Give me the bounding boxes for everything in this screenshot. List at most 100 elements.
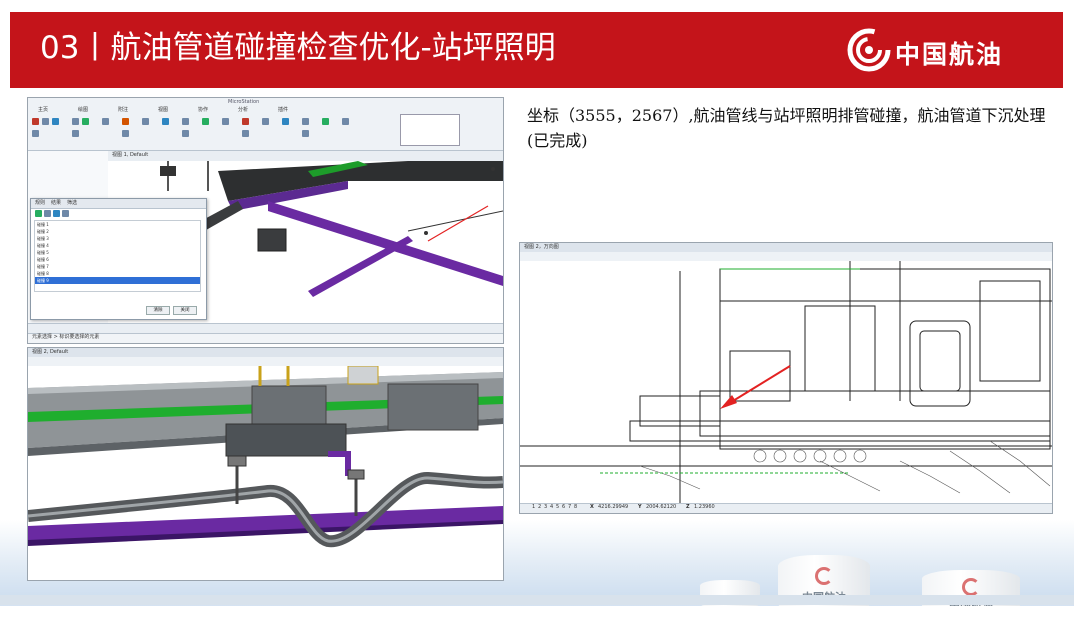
table-row[interactable]: 碰撞 7 (37, 263, 197, 270)
tank-logo-icon (815, 567, 833, 585)
logo-text: 中国航油 (895, 40, 1004, 69)
view-number-button[interactable]: 1 (532, 504, 535, 511)
ground-strip (0, 595, 1074, 605)
tool-icon[interactable] (242, 118, 249, 125)
table-row[interactable]: 碰撞 5 (37, 249, 197, 256)
logo-mark-icon (847, 28, 891, 72)
view-title: 视图 2，万向图 (524, 244, 559, 250)
refresh-icon[interactable] (44, 210, 51, 217)
ribbon-icons (32, 116, 392, 144)
slide-title: 03丨航油管道碰撞检查优化-站坪照明 (40, 30, 556, 66)
tool-icon[interactable] (262, 118, 269, 125)
viewport-3d[interactable] (28, 366, 503, 580)
view-number-button[interactable]: 7 (568, 504, 571, 511)
ribbon-tab[interactable]: 视图 (158, 107, 168, 114)
ribbon-tab[interactable]: 附注 (118, 107, 128, 114)
slide: 03丨航油管道碰撞检查优化-站坪照明 中国航油 中国航油 中国航油 坐标（355… (0, 0, 1074, 622)
table-row[interactable]: 碰撞 8 (37, 270, 197, 277)
ribbon-tab[interactable]: 协作 (198, 107, 208, 114)
coord-label-y: Y (638, 504, 642, 510)
panel-tab[interactable]: 规则 (35, 200, 45, 207)
tool-icon[interactable] (122, 130, 129, 137)
status-text: 元素选择 > 标识要选择的元素 (32, 334, 100, 340)
view-number-button[interactable]: 5 (556, 504, 559, 511)
tool-icon[interactable] (322, 118, 329, 125)
tool-icon[interactable] (142, 118, 149, 125)
clash-description: 坐标（3555，2567）,航油管线与站坪照明排管碰撞，航油管道下沉处理(已完成… (527, 106, 1046, 150)
panel-tab[interactable]: 筛选 (67, 200, 77, 207)
tank-logo-icon (962, 578, 980, 596)
screenshot-3d-closeup: 视图 2, Default (27, 347, 504, 581)
company-logo: 中国航油 (845, 28, 1035, 72)
ribbon-tab[interactable]: 分析 (238, 107, 248, 114)
view-number-button[interactable]: 4 (550, 504, 553, 511)
panel-tabs: 规则 结果 筛选 (31, 199, 206, 209)
tool-icon[interactable] (182, 118, 189, 125)
row-label: 碰撞 5 (37, 250, 49, 255)
tool-icon[interactable] (202, 118, 209, 125)
coord-value-y[interactable]: 2004.62120 (646, 504, 676, 511)
coord-label-x: X (590, 504, 594, 510)
view-number-button[interactable]: 2 (538, 504, 541, 511)
tool-icon[interactable] (282, 118, 289, 125)
window-title: MicroStation (228, 99, 260, 105)
results-table: 碰撞 1 碰撞 2 碰撞 3 碰撞 4 碰撞 5 碰撞 6 碰撞 7 碰撞 8 … (34, 220, 201, 292)
tool-icon[interactable] (72, 118, 79, 125)
ribbon-tab[interactable]: 插件 (278, 107, 288, 114)
tool-icon[interactable] (32, 118, 39, 125)
coord-value-z[interactable]: 1.23960 (694, 504, 715, 511)
tool-icon[interactable] (42, 118, 49, 125)
tool-icon[interactable] (52, 118, 59, 125)
tool-icon[interactable] (122, 118, 129, 125)
tool-icon[interactable] (82, 118, 89, 125)
row-label: 碰撞 3 (37, 236, 49, 241)
ribbon-tab[interactable]: 绘图 (78, 107, 88, 114)
table-row[interactable]: 碰撞 6 (37, 256, 197, 263)
tool-icon[interactable] (342, 118, 349, 125)
tool-icon[interactable] (72, 130, 79, 137)
tool-icon[interactable] (222, 118, 229, 125)
close-button[interactable]: 关闭 (173, 306, 197, 315)
view-number-button[interactable]: 6 (562, 504, 565, 511)
row-label: 碰撞 7 (37, 264, 49, 269)
view-title: 视图 1, Default (112, 152, 149, 158)
row-label: 碰撞 4 (37, 243, 49, 248)
tool-icon[interactable] (182, 130, 189, 137)
screenshot-3d-app: MicroStation 主页 绘图 附注 视图 协作 分析 插件 视图 1, … (27, 97, 504, 344)
table-row-selected[interactable]: 碰撞 9 (35, 277, 200, 284)
view-number-button[interactable]: 8 (574, 504, 577, 511)
clash-results-panel[interactable]: 规则 结果 筛选 碰撞 1 碰撞 2 碰撞 3 碰撞 4 碰撞 5 碰撞 6 碰… (30, 198, 207, 320)
panel-tab[interactable]: 结果 (51, 200, 61, 207)
table-row[interactable]: 碰撞 1 (37, 221, 197, 228)
tool-icon[interactable] (302, 130, 309, 137)
view-number-buttons: 1 2 3 4 5 6 7 8 (532, 504, 582, 512)
plan-drawing[interactable] (520, 261, 1052, 503)
table-row[interactable]: 碰撞 3 (37, 235, 197, 242)
view-title: 视图 2, Default (32, 349, 69, 355)
row-label: 碰撞 8 (37, 271, 49, 276)
row-label: 碰撞 9 (37, 278, 49, 283)
floating-tool-dialog[interactable] (400, 114, 460, 146)
table-row[interactable]: 碰撞 4 (37, 242, 197, 249)
table-row[interactable]: 碰撞 2 (37, 228, 197, 235)
ribbon-tabs: 主页 绘图 附注 视图 协作 分析 插件 (38, 107, 358, 114)
tool-icon[interactable] (32, 130, 39, 137)
tool-icon[interactable] (302, 118, 309, 125)
footer-strip (0, 606, 1074, 622)
screenshot-plan-view: 视图 2，万向图 1 2 3 4 5 6 7 8 X 4216.29949 Y … (519, 242, 1053, 514)
coord-value-x[interactable]: 4216.29949 (598, 504, 628, 511)
ribbon-tab[interactable]: 主页 (38, 107, 48, 114)
coord-label-z: Z (686, 504, 690, 510)
tool-icon[interactable] (162, 118, 169, 125)
tool-icon[interactable] (102, 118, 109, 125)
filter-icon[interactable] (35, 210, 42, 217)
row-label: 碰撞 2 (37, 229, 49, 234)
row-label: 碰撞 1 (37, 222, 49, 227)
tool-icon[interactable] (242, 130, 249, 137)
title-bar: 03丨航油管道碰撞检查优化-站坪照明 中国航油 (10, 12, 1063, 88)
view-number-button[interactable]: 3 (544, 504, 547, 511)
export-icon[interactable] (53, 210, 60, 217)
panel-toolbar (35, 210, 95, 218)
settings-icon[interactable] (62, 210, 69, 217)
clear-button[interactable]: 清除 (146, 306, 170, 315)
